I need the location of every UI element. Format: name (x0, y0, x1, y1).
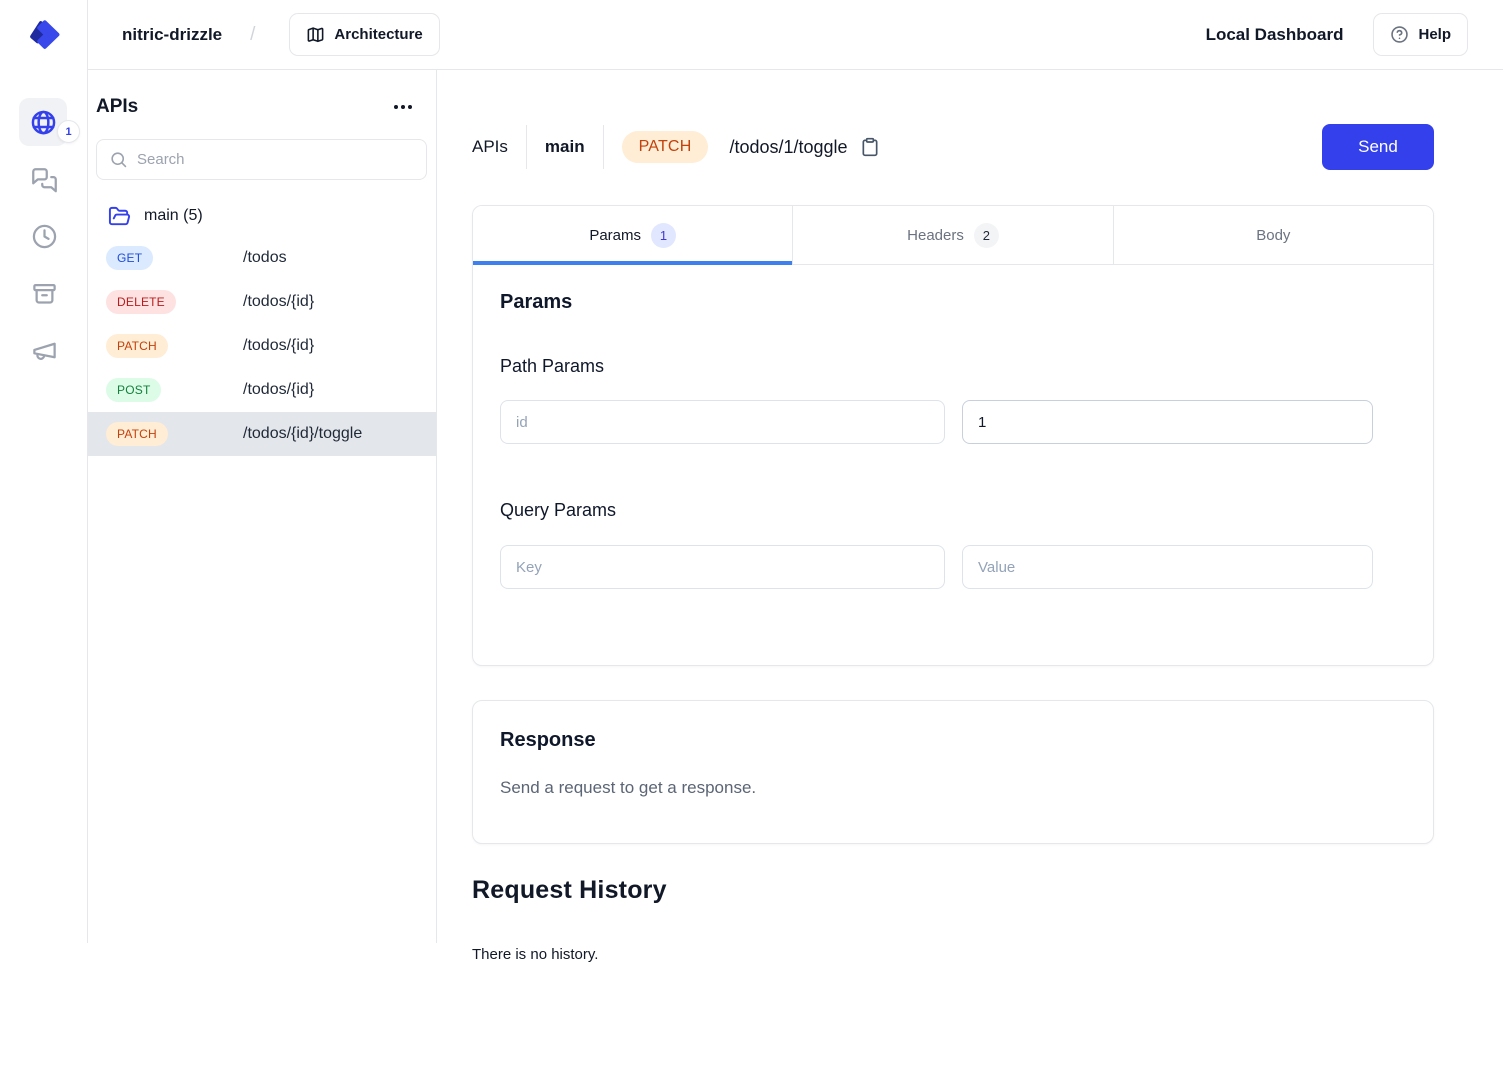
breadcrumb-apis[interactable]: APIs (472, 137, 508, 157)
breadcrumb-separator: / (250, 24, 255, 46)
api-group-main[interactable]: main (5) (88, 198, 436, 234)
sidebar-title: APIs (96, 96, 138, 118)
copy-path-button[interactable] (860, 137, 880, 157)
method-badge: DELETE (106, 290, 176, 314)
path-param-value-input[interactable] (962, 400, 1373, 444)
nitric-logo[interactable] (0, 0, 87, 70)
path-params-title: Path Params (500, 356, 1406, 377)
request-params-card: Params 1 Headers 2 Body Params Path Params Q… (472, 205, 1434, 666)
clock-icon (31, 223, 58, 250)
tab-label: Headers (907, 227, 964, 244)
api-count-badge: 1 (57, 120, 80, 143)
apis-sidebar: APIs main (5) GET/todosDELETE/todos/{id}… (88, 70, 437, 943)
icon-rail: 1 (0, 0, 88, 943)
search-box[interactable] (96, 139, 427, 180)
method-badge-wrap: POST (106, 378, 243, 402)
tab-headers[interactable]: Headers 2 (792, 206, 1112, 264)
method-badge: GET (106, 246, 153, 270)
sidebar-menu-button[interactable] (392, 99, 414, 115)
query-param-value-input[interactable] (962, 545, 1373, 589)
request-method-badge: PATCH (622, 131, 709, 163)
response-card: Response Send a request to get a respons… (472, 700, 1434, 844)
divider (603, 125, 604, 169)
help-circle-icon (1390, 25, 1409, 44)
top-header: nitric-drizzle / Architecture Local Dash… (88, 0, 1503, 70)
request-history-title: Request History (472, 876, 1434, 905)
endpoint-row-1[interactable]: DELETE/todos/{id} (88, 280, 436, 324)
api-group-label: main (5) (144, 207, 203, 225)
globe-icon (30, 109, 57, 136)
method-badge: PATCH (106, 422, 168, 446)
project-name: nitric-drizzle (122, 25, 222, 45)
endpoint-path: /todos/{id} (243, 293, 314, 311)
map-icon (306, 25, 325, 44)
endpoint-row-3[interactable]: POST/todos/{id} (88, 368, 436, 412)
method-badge-wrap: PATCH (106, 334, 243, 358)
query-params-title: Query Params (500, 500, 1406, 521)
response-empty-message: Send a request to get a response. (500, 778, 1406, 798)
path-param-row (500, 400, 1406, 444)
tab-count-badge: 2 (974, 223, 999, 248)
request-history-empty: There is no history. (472, 946, 1434, 963)
send-button[interactable]: Send (1322, 124, 1434, 170)
method-badge-wrap: PATCH (106, 422, 243, 446)
endpoint-path: /todos/{id} (243, 381, 314, 399)
dashboard-title: Local Dashboard (1206, 25, 1344, 45)
header-right: Local Dashboard Help (1206, 13, 1468, 56)
request-bar: APIs main PATCH /todos/1/toggle Send (472, 124, 1434, 170)
tab-label: Params (589, 227, 641, 244)
tab-label: Body (1256, 227, 1290, 244)
method-badge-wrap: GET (106, 246, 243, 270)
endpoint-list: GET/todosDELETE/todos/{id}PATCH/todos/{i… (88, 236, 436, 456)
tab-body[interactable]: Body (1113, 206, 1433, 264)
help-button[interactable]: Help (1373, 13, 1468, 56)
endpoint-row-4[interactable]: PATCH/todos/{id}/toggle (88, 412, 436, 456)
nav-history-button[interactable] (0, 223, 88, 250)
response-title: Response (500, 729, 1406, 752)
main-content: APIs main PATCH /todos/1/toggle Send Par… (437, 70, 1503, 1090)
endpoint-path: /todos (243, 249, 287, 267)
divider (526, 125, 527, 169)
query-param-key-input[interactable] (500, 545, 945, 589)
params-panel: Params Path Params Query Params (473, 265, 1433, 589)
sidebar-header: APIs (88, 70, 436, 118)
request-tabs: Params 1 Headers 2 Body (473, 206, 1433, 265)
folder-open-icon (108, 205, 131, 228)
archive-box-icon (31, 280, 58, 307)
endpoint-row-2[interactable]: PATCH/todos/{id} (88, 324, 436, 368)
nitric-local-dashboard: nitric-drizzle / Architecture Local Dash… (0, 0, 1503, 1090)
clipboard-icon (860, 137, 880, 157)
params-title: Params (500, 291, 1406, 314)
tab-count-badge: 1 (651, 223, 676, 248)
active-tab-indicator (473, 261, 792, 265)
nav-chat-button[interactable] (0, 167, 88, 194)
method-badge-wrap: DELETE (106, 290, 243, 314)
path-param-key-input[interactable] (500, 400, 945, 444)
endpoint-path: /todos/{id}/toggle (243, 425, 362, 443)
help-label: Help (1418, 26, 1451, 43)
breadcrumb-api-name[interactable]: main (545, 137, 585, 157)
endpoint-row-0[interactable]: GET/todos (88, 236, 436, 280)
request-path: /todos/1/toggle (729, 137, 847, 158)
query-param-row (500, 545, 1406, 589)
endpoint-path: /todos/{id} (243, 337, 314, 355)
nav-events-button[interactable] (0, 337, 88, 364)
architecture-button[interactable]: Architecture (289, 13, 439, 56)
tab-params[interactable]: Params 1 (473, 206, 792, 264)
chat-bubbles-icon (31, 167, 58, 194)
nav-storage-button[interactable] (0, 280, 88, 307)
architecture-label: Architecture (334, 26, 422, 43)
method-badge: POST (106, 378, 161, 402)
method-badge: PATCH (106, 334, 168, 358)
search-icon (109, 150, 128, 169)
megaphone-icon (31, 337, 58, 364)
search-input[interactable] (137, 151, 414, 168)
